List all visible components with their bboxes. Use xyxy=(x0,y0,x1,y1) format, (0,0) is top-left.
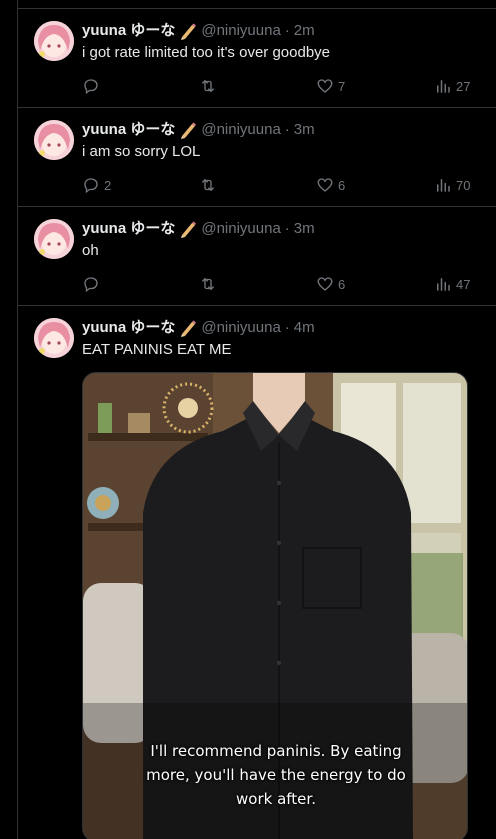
retweet-icon xyxy=(202,277,214,291)
heart-icon xyxy=(317,79,333,93)
left-rail xyxy=(0,0,18,839)
views-button[interactable]: 47 xyxy=(434,273,470,295)
retweet-icon xyxy=(202,79,214,93)
video-subtitle-line: work after. xyxy=(236,790,316,808)
like-count: 7 xyxy=(338,78,346,94)
author-name[interactable]: yuuna ゆーな xyxy=(82,318,175,338)
tweet-text: oh xyxy=(82,242,99,259)
timeline-feed: yuuna ゆーな @niniyuuna · 2m i got rate lim… xyxy=(18,0,496,839)
heart-icon xyxy=(317,277,333,291)
author-handle[interactable]: @niniyuuna xyxy=(201,120,280,140)
views-count: 70 xyxy=(456,177,471,193)
tweet[interactable]: yuuna ゆーな @niniyuuna · 2m i got rate lim… xyxy=(18,9,496,108)
pencil-emoji-icon xyxy=(179,319,197,337)
views-bar-chart-icon xyxy=(437,278,450,291)
views-button[interactable]: 70 xyxy=(434,174,470,196)
tweet-media-image[interactable]: I'll recommend paninis. By eating more, … xyxy=(82,372,468,839)
like-count: 6 xyxy=(338,276,346,292)
tweet-actions: 7 27 xyxy=(82,75,482,97)
avatar[interactable] xyxy=(34,318,74,358)
timestamp[interactable]: 3m xyxy=(294,219,315,239)
author-name[interactable]: yuuna ゆーな xyxy=(82,21,175,41)
separator-dot: · xyxy=(284,121,290,138)
views-count: 27 xyxy=(456,78,471,94)
timestamp[interactable]: 2m xyxy=(294,21,315,41)
reply-icon xyxy=(84,277,98,293)
author-handle[interactable]: @niniyuuna xyxy=(201,219,280,239)
timestamp[interactable]: 4m xyxy=(294,318,315,338)
author-name[interactable]: yuuna ゆーな xyxy=(82,219,175,239)
timestamp[interactable]: 3m xyxy=(294,120,315,140)
separator-dot: · xyxy=(284,220,290,237)
avatar[interactable] xyxy=(34,219,74,259)
video-subtitle-line: I'll recommend paninis. By eating xyxy=(150,742,402,760)
tweet-header: yuuna ゆーな @niniyuuna · 2m xyxy=(82,21,315,41)
reply-icon xyxy=(84,178,98,194)
tweet-header: yuuna ゆーな @niniyuuna · 3m xyxy=(82,120,315,140)
pencil-emoji-icon xyxy=(179,22,197,40)
tweet-header: yuuna ゆーな @niniyuuna · 3m xyxy=(82,219,315,239)
separator-dot: · xyxy=(284,22,290,39)
pencil-emoji-icon xyxy=(179,121,197,139)
tweet-text: i got rate limited too it's over goodbye xyxy=(82,44,330,61)
retweet-button[interactable] xyxy=(199,75,217,97)
avatar[interactable] xyxy=(34,21,74,61)
like-button[interactable]: 6 xyxy=(316,174,345,196)
retweet-button[interactable] xyxy=(199,174,217,196)
tweet[interactable]: yuuna ゆーな @niniyuuna · 3m oh 6 47 xyxy=(18,207,496,306)
tweet-text: i am so sorry LOL xyxy=(82,143,201,160)
reply-icon xyxy=(84,79,98,95)
author-handle[interactable]: @niniyuuna xyxy=(201,318,280,338)
views-bar-chart-icon xyxy=(437,80,450,93)
like-button[interactable]: 7 xyxy=(316,75,345,97)
like-button[interactable]: 6 xyxy=(316,273,345,295)
pencil-emoji-icon xyxy=(179,220,197,238)
reply-button[interactable]: 2 xyxy=(82,174,111,196)
like-count: 6 xyxy=(338,177,346,193)
retweet-icon xyxy=(202,178,214,192)
video-subtitle-line: more, you'll have the energy to do xyxy=(146,766,406,784)
separator-dot: · xyxy=(284,319,290,336)
author-name[interactable]: yuuna ゆーな xyxy=(82,120,175,140)
avatar[interactable] xyxy=(34,120,74,160)
views-count: 47 xyxy=(456,276,471,292)
heart-icon xyxy=(317,178,333,192)
reply-button[interactable] xyxy=(82,273,104,295)
tweet-actions: 2 6 70 xyxy=(82,174,482,196)
author-handle[interactable]: @niniyuuna xyxy=(201,21,280,41)
tweet-header: yuuna ゆーな @niniyuuna · 4m xyxy=(82,318,315,338)
views-bar-chart-icon xyxy=(437,179,450,192)
tweet-text: EAT PANINIS EAT ME xyxy=(82,341,232,358)
reply-button[interactable] xyxy=(82,75,104,97)
reply-count: 2 xyxy=(104,177,112,193)
retweet-button[interactable] xyxy=(199,273,217,295)
tweet[interactable]: yuuna ゆーな @niniyuuna · 4m EAT PANINIS EA… xyxy=(18,306,496,839)
tweet[interactable]: yuuna ゆーな @niniyuuna · 3m i am so sorry … xyxy=(18,108,496,207)
views-button[interactable]: 27 xyxy=(434,75,470,97)
tweet-actions: 6 47 xyxy=(82,273,482,295)
